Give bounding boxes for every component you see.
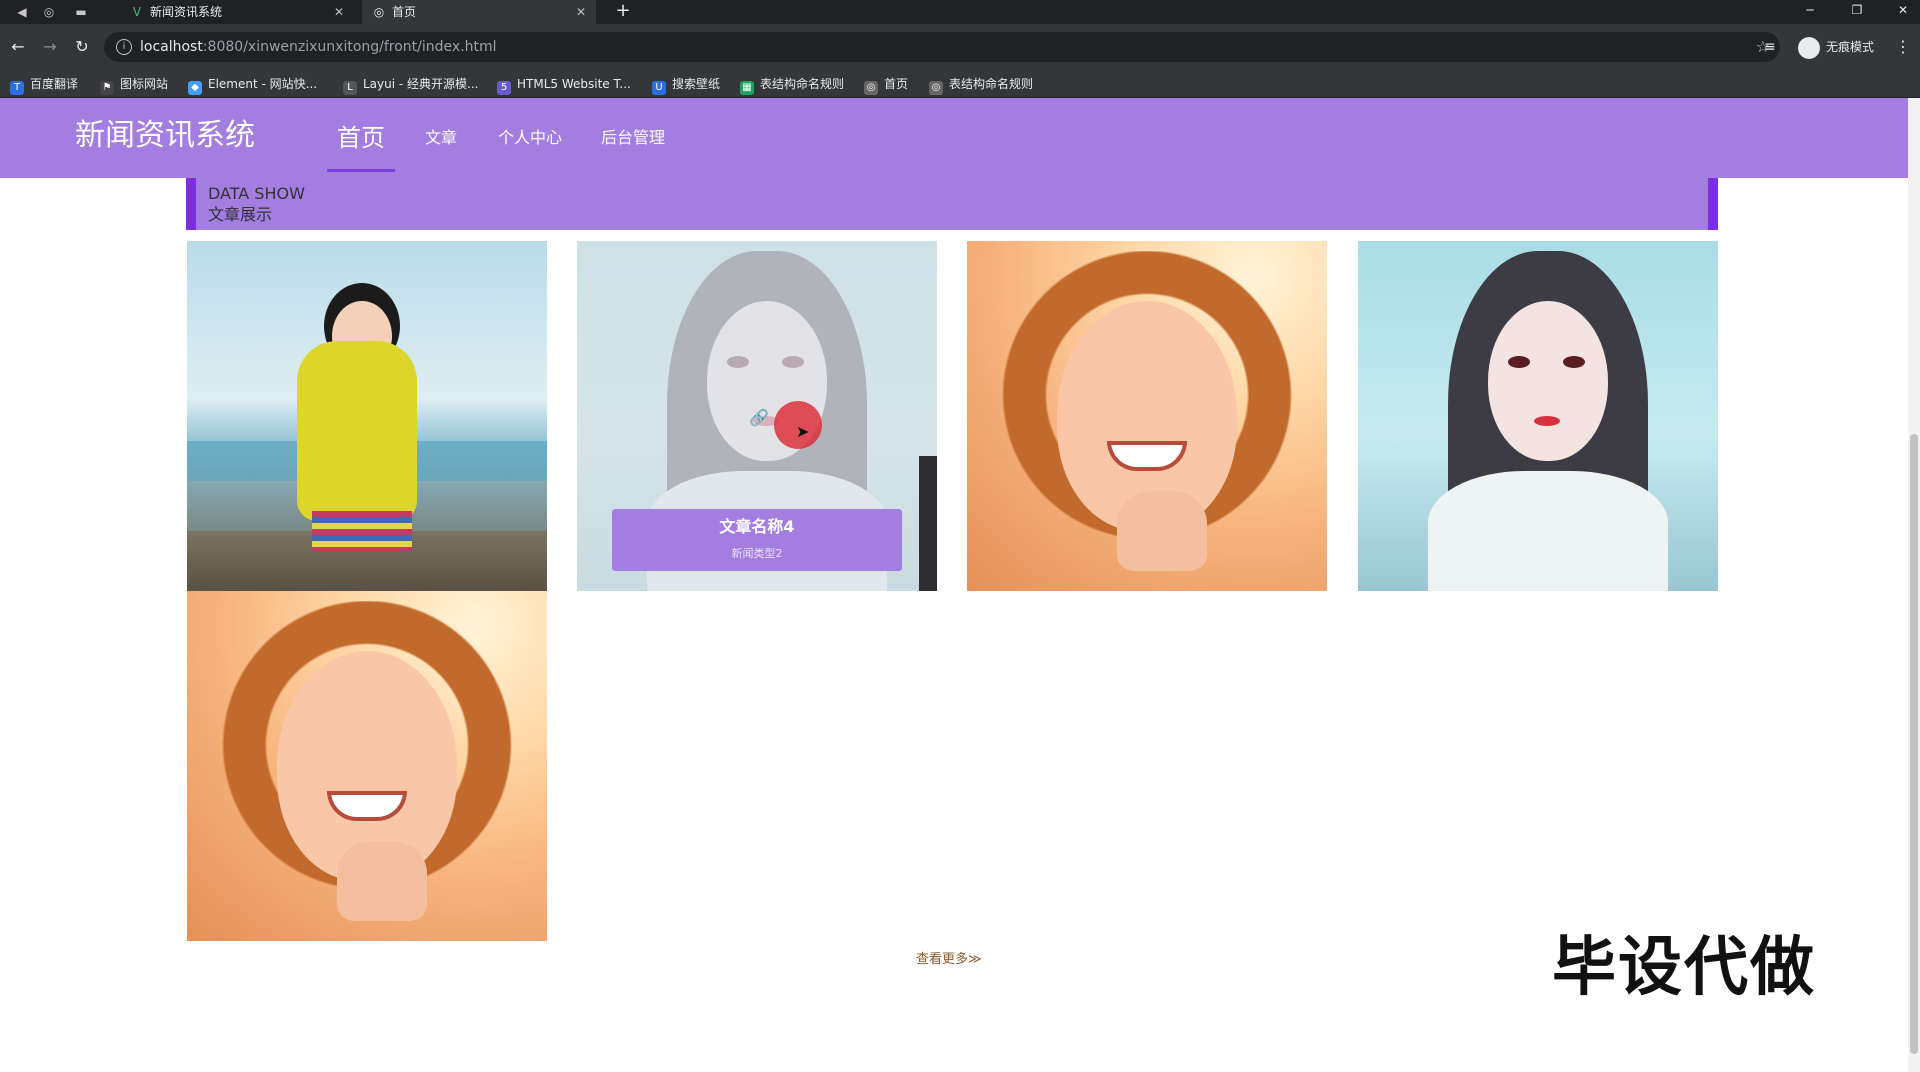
view-more-link[interactable]: 查看更多≫ <box>916 951 982 969</box>
back-icon[interactable]: ← <box>8 37 28 57</box>
layui-icon: L <box>343 81 357 95</box>
globe-icon: ◎ <box>864 81 878 95</box>
section-title-cn: 文章展示 <box>208 205 273 224</box>
url-input[interactable]: i localhost:8080/xinwenzixunxitong/front… <box>104 32 1780 62</box>
reload-icon[interactable]: ↻ <box>72 37 92 57</box>
bookmark-item[interactable]: ▦ 表结构命名规则 <box>740 70 844 98</box>
watermark-text: 毕设代做 <box>1552 931 1816 1005</box>
article-title: 文章名称4 <box>719 517 795 536</box>
bookmark-item[interactable]: ◆ Element - 网站快... <box>188 70 317 98</box>
article-caption[interactable]: 文章名称4 新闻类型2 <box>612 509 902 571</box>
reading-list-icon[interactable]: ≡ <box>1764 37 1776 57</box>
article-image <box>967 241 1327 591</box>
info-icon[interactable]: i <box>116 39 132 55</box>
url-text: localhost:8080/xinwenzixunxitong/front/i… <box>140 39 497 55</box>
minimize-button[interactable]: ─ <box>1795 0 1825 20</box>
bookmark-item[interactable]: ◎ 首页 <box>864 70 908 98</box>
article-image <box>1358 241 1718 591</box>
article-type: 新闻类型2 <box>731 547 783 560</box>
tab-title: 首页 <box>392 5 417 19</box>
translate-icon: T <box>10 81 24 95</box>
menu-icon[interactable]: ⋮ <box>1895 37 1911 57</box>
section-title: DATA SHOW 文章展示 <box>186 178 1718 230</box>
bookmark-item[interactable]: U 搜索壁纸 <box>652 70 720 98</box>
scrollbar-thumb[interactable] <box>1910 434 1918 1054</box>
link-icon[interactable]: 🔗 <box>749 408 769 427</box>
article-image <box>187 241 547 591</box>
nav-profile[interactable]: 个人中心 <box>498 98 562 178</box>
image-edge <box>919 456 937 591</box>
html5-icon: 5 <box>497 81 511 95</box>
tab-news-system[interactable]: V 新闻资讯系统 ✕ <box>120 0 354 24</box>
incognito-indicator[interactable]: 无痕模式 <box>1798 34 1874 60</box>
page-viewport: 新闻资讯系统 首页 文章 个人中心 后台管理 DATA SHOW 文章展示 🔗 … <box>0 98 1920 1072</box>
bookmark-item[interactable]: 5 HTML5 Website T... <box>497 70 631 98</box>
globe-icon: ◎ <box>929 81 943 95</box>
mute-icon[interactable]: ◀ <box>13 4 31 20</box>
forward-icon[interactable]: → <box>40 37 60 57</box>
new-tab-button[interactable]: + <box>614 0 632 24</box>
browser-tab-bar: ◀ ◎ ▬ V 新闻资讯系统 ✕ ◎ 首页 ✕ + ─ ❐ ✕ <box>0 0 1920 24</box>
wallpaper-icon: U <box>652 81 666 95</box>
tab-home[interactable]: ◎ 首页 ✕ <box>362 0 596 24</box>
bookmarks-bar: T 百度翻译 ⚑ 图标网站 ◆ Element - 网站快... L Layui - 经… <box>0 70 1920 98</box>
nav-articles[interactable]: 文章 <box>425 98 457 178</box>
bookmark-item[interactable]: ◎ 表结构命名规则 <box>929 70 1033 98</box>
close-icon[interactable]: ✕ <box>576 0 586 24</box>
bookmark-item[interactable]: T 百度翻译 <box>10 70 78 98</box>
vue-icon: V <box>132 5 142 19</box>
nav-admin[interactable]: 后台管理 <box>601 98 665 178</box>
restore-button[interactable]: ❐ <box>1842 0 1872 20</box>
window-icon[interactable]: ▬ <box>72 4 90 20</box>
bookmark-item[interactable]: ⚑ 图标网站 <box>100 70 168 98</box>
globe-icon: ◎ <box>373 5 385 19</box>
article-card[interactable] <box>967 241 1327 591</box>
sheet-icon: ▦ <box>740 81 754 95</box>
globe-icon[interactable]: ◎ <box>40 4 58 20</box>
article-card-hovered[interactable]: 🔗 ➤ 文章名称4 新闻类型2 <box>577 241 937 591</box>
article-card[interactable] <box>187 241 547 591</box>
site-header: 新闻资讯系统 首页 文章 个人中心 后台管理 <box>0 98 1908 178</box>
cursor-icon: ➤ <box>796 422 810 441</box>
incognito-icon <box>1798 36 1820 59</box>
article-card[interactable] <box>1358 241 1718 591</box>
article-card[interactable] <box>187 591 547 941</box>
bookmark-item[interactable]: L Layui - 经典开源模... <box>343 70 478 98</box>
close-window-button[interactable]: ✕ <box>1888 0 1918 20</box>
site-brand[interactable]: 新闻资讯系统 <box>75 116 255 156</box>
address-bar-row: ← → ↻ i localhost:8080/xinwenzixunxitong… <box>0 24 1920 70</box>
close-icon[interactable]: ✕ <box>334 0 344 24</box>
tab-title: 新闻资讯系统 <box>150 5 223 19</box>
scrollbar[interactable] <box>1908 98 1920 1072</box>
article-image <box>187 591 547 941</box>
active-indicator <box>327 169 395 172</box>
nav-home[interactable]: 首页 <box>327 98 395 178</box>
section-title-en: DATA SHOW <box>208 184 305 203</box>
flag-icon: ⚑ <box>100 81 114 95</box>
element-icon: ◆ <box>188 81 202 95</box>
